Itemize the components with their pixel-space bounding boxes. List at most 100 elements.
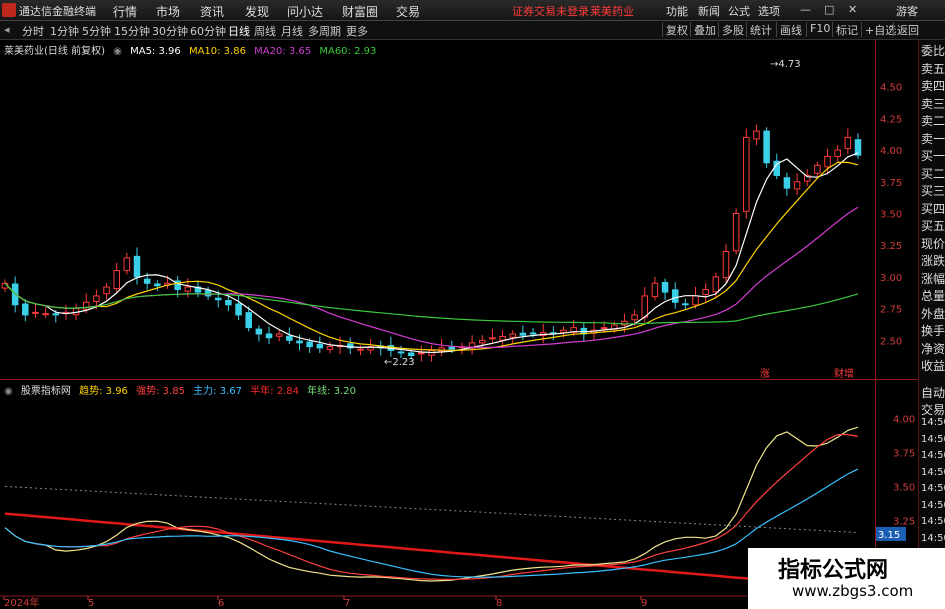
tag-caizeng: 财增	[834, 369, 854, 380]
price-axis-label: 2.75	[880, 305, 902, 316]
side-label: 收益	[921, 359, 945, 373]
high-marker: →4.73	[770, 59, 801, 70]
candle-body	[509, 333, 516, 338]
side-label: 涨跌	[921, 254, 945, 268]
candle-body	[499, 335, 506, 341]
candle-body	[763, 130, 770, 164]
candle-body	[560, 329, 567, 333]
candle-body	[793, 181, 801, 190]
side-label: 总量	[921, 289, 945, 303]
candle-body	[722, 251, 730, 279]
candle-body	[255, 328, 263, 335]
candle-body	[671, 289, 679, 303]
side-label: 外盘	[921, 306, 945, 321]
candle-body	[22, 303, 29, 316]
candle-body	[519, 332, 527, 336]
side-label: 卖五	[921, 61, 945, 76]
candle-body	[479, 339, 486, 344]
side-label: 卖一	[921, 131, 945, 146]
candle-body	[265, 333, 273, 339]
sub-axis-label: 3.75	[893, 449, 915, 460]
candle-body	[641, 295, 649, 318]
side-label: 换手	[921, 324, 945, 338]
candle-body	[133, 255, 141, 278]
candle-body	[357, 348, 364, 351]
low-marker: ←2.23	[384, 357, 415, 368]
price-axis-label: 3.75	[880, 178, 902, 189]
side-time: 14:50	[921, 499, 945, 511]
side-label: 买二	[921, 166, 945, 181]
side-label: 委比	[921, 44, 945, 58]
candle-body	[316, 343, 324, 349]
side-label: 净资	[921, 341, 945, 356]
candle-body	[184, 286, 192, 292]
time-axis-label: 7	[344, 598, 350, 609]
candle-body	[275, 333, 283, 337]
candle-body	[52, 313, 60, 316]
side-label: 卖二	[921, 114, 945, 128]
candle-body	[844, 136, 852, 150]
watermark-url: www.zbgs3.com	[792, 582, 914, 600]
side-time: 14:50	[921, 466, 945, 478]
candle-body	[42, 313, 49, 316]
candle-body	[732, 213, 740, 252]
candle-body	[529, 332, 537, 335]
side-time: 交易	[921, 402, 945, 417]
side-label: 买三	[921, 184, 945, 198]
candle-body	[326, 346, 334, 350]
side-time: 14:50	[921, 433, 945, 445]
candle-body	[783, 177, 791, 189]
candle-body	[407, 352, 415, 357]
candle-body	[143, 278, 151, 284]
sub-axis-label: 3.50	[893, 482, 915, 493]
time-axis-label: 9	[641, 598, 647, 609]
sub-axis-label: 4.00	[893, 415, 915, 426]
price-axis-label: 3.50	[880, 210, 902, 221]
candle-body	[448, 346, 456, 350]
side-label: 买四	[921, 201, 945, 216]
side-time: 自动	[921, 386, 945, 400]
candle-body	[743, 136, 750, 212]
quote-side-panel: 委比 卖五 卖四 卖三 卖二 卖一 买一 买二 买三 买四 买五 现价 涨跌 涨幅 总量 外盘 换手 净资 收益 自…	[918, 40, 945, 609]
candle-body	[834, 149, 841, 157]
candle-body	[631, 314, 638, 321]
candle-body	[113, 270, 120, 290]
candle-body	[103, 286, 110, 295]
side-label: 卖四	[921, 79, 945, 93]
candle-body	[651, 282, 659, 298]
side-label: 卖三	[921, 96, 945, 111]
price-axis-label: 4.50	[880, 83, 902, 94]
candle-body	[286, 335, 293, 341]
candle-body	[296, 340, 303, 344]
candle-body	[600, 327, 608, 330]
candle-body	[32, 311, 39, 314]
side-label: 买五	[921, 219, 945, 233]
price-axis-label: 2.50	[880, 336, 902, 347]
high-value: 4.73	[778, 59, 801, 70]
time-axis-label: 8	[496, 598, 502, 609]
candle-body	[682, 303, 689, 306]
price-axis-label: 3.00	[880, 273, 902, 284]
candle-body	[661, 281, 669, 293]
price-axis-label: 3.25	[880, 241, 902, 252]
watermark-title: 指标公式网	[778, 558, 889, 583]
candle-body	[214, 297, 222, 301]
candle-body	[824, 155, 831, 168]
candle-body	[814, 164, 821, 174]
candle-body	[82, 301, 90, 310]
ma5-line	[4, 152, 859, 354]
time-axis-label: 6	[218, 598, 224, 609]
kline-chart[interactable]: 4.50 4.25 4.00 3.75 3.50 3.25 3.00 2.75 2.50 4.00…	[0, 0, 918, 609]
low-value: 2.23	[392, 357, 415, 368]
candle-body	[418, 352, 425, 355]
candle-body	[306, 341, 313, 348]
candle-body	[204, 290, 212, 297]
ma10-line	[4, 161, 859, 351]
candle-body	[235, 303, 242, 316]
tag-zhang: 涨	[760, 369, 770, 380]
candle-body	[123, 257, 131, 272]
candle-body	[489, 337, 496, 340]
side-time: 14:50	[921, 532, 945, 544]
candle-body	[245, 312, 252, 329]
candle-body	[154, 283, 161, 287]
